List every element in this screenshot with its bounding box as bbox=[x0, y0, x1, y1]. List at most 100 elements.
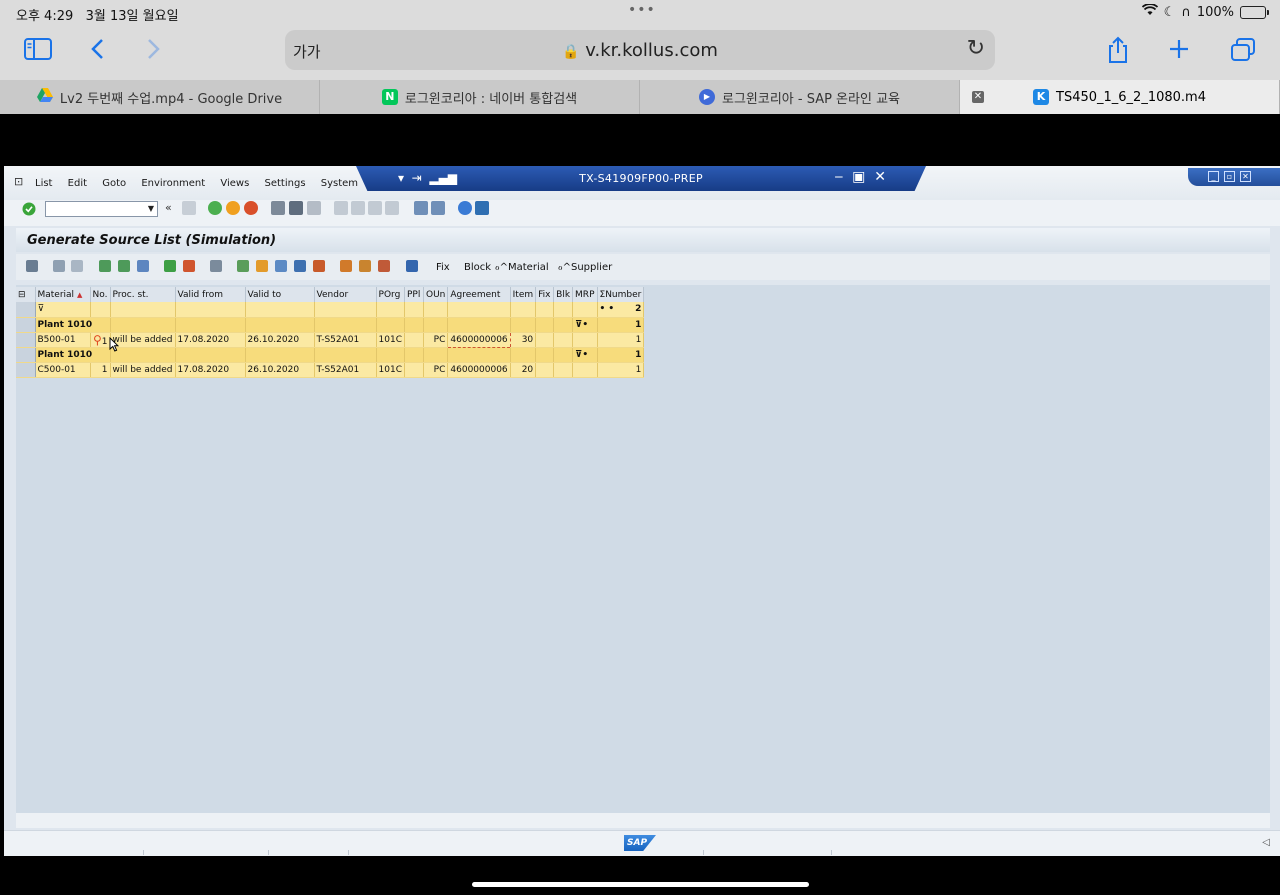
menu-system[interactable]: System bbox=[321, 178, 358, 189]
row-selector[interactable] bbox=[16, 347, 36, 363]
info-icon[interactable] bbox=[406, 260, 418, 272]
col-valid-from[interactable]: Valid from bbox=[175, 287, 246, 302]
grid-icon[interactable] bbox=[340, 260, 352, 272]
mail-icon[interactable] bbox=[256, 260, 268, 272]
cancel-icon[interactable] bbox=[244, 201, 258, 215]
back-nav-icon[interactable] bbox=[208, 201, 222, 215]
minimize-icon[interactable]: _ bbox=[1208, 171, 1219, 182]
col-oun[interactable]: OUn bbox=[423, 287, 449, 302]
find-next-icon[interactable] bbox=[307, 201, 321, 215]
select-all-cell[interactable]: ⊟ bbox=[16, 287, 36, 302]
dropdown-arrow-icon[interactable]: ▼ bbox=[148, 204, 154, 213]
row-selector[interactable] bbox=[16, 332, 36, 348]
cell-fix bbox=[535, 362, 555, 378]
sort-ascending-icon[interactable] bbox=[99, 260, 111, 272]
menu-window-icon[interactable]: ⊡ bbox=[14, 175, 23, 188]
col-fix[interactable]: Fix bbox=[535, 287, 555, 302]
back-icon[interactable] bbox=[90, 38, 104, 64]
subtotal-icon[interactable] bbox=[183, 260, 195, 272]
first-page-icon[interactable] bbox=[334, 201, 348, 215]
tab-google-drive[interactable]: Lv2 두번째 수업.mp4 - Google Drive bbox=[0, 80, 320, 114]
block-button[interactable]: Block bbox=[464, 262, 491, 273]
tab-naver[interactable]: N 로그윈코리아 : 네이버 통합검색 bbox=[320, 80, 640, 114]
new-tab-icon[interactable] bbox=[1168, 38, 1190, 64]
collapse-icon[interactable]: « bbox=[165, 201, 172, 214]
enter-icon[interactable] bbox=[22, 201, 36, 220]
layout-save-icon[interactable] bbox=[313, 260, 325, 272]
col-number[interactable]: ΣNumber bbox=[597, 287, 645, 302]
multitask-dots-icon[interactable]: ••• bbox=[628, 2, 656, 18]
refresh-icon[interactable] bbox=[210, 260, 222, 272]
help-icon[interactable] bbox=[458, 201, 472, 215]
close-tab-icon[interactable]: ✕ bbox=[972, 91, 984, 103]
layout-menu-icon[interactable] bbox=[475, 201, 489, 215]
table-row-total[interactable]: ⊽ • • 2 bbox=[16, 302, 645, 318]
fix-button[interactable]: Fix bbox=[436, 262, 450, 273]
url-text[interactable]: 🔒 v.kr.kollus.com bbox=[285, 40, 995, 61]
col-item[interactable]: Item bbox=[510, 287, 537, 302]
status-expand-icon[interactable]: ◁ bbox=[1262, 837, 1270, 848]
col-ppl[interactable]: PPl bbox=[404, 287, 424, 302]
menu-views[interactable]: Views bbox=[220, 178, 249, 189]
find-icon[interactable] bbox=[289, 201, 303, 215]
title-controls-right[interactable]: ‒ ▣ ✕ bbox=[834, 169, 886, 185]
sap-window: ⊡ List Edit Goto Environment Views Setti… bbox=[4, 166, 1280, 856]
insert-row-icon[interactable] bbox=[359, 260, 371, 272]
material-button[interactable]: ℴ^Material bbox=[495, 262, 549, 273]
table-row-group[interactable]: Plant 1010 ⊽• 1 bbox=[16, 317, 645, 333]
details-icon[interactable] bbox=[26, 260, 38, 272]
menu-edit[interactable]: Edit bbox=[68, 178, 87, 189]
col-material[interactable]: Material ▲ bbox=[35, 287, 91, 302]
deselect-all-icon[interactable] bbox=[71, 260, 83, 272]
command-field[interactable]: ▼ bbox=[45, 201, 158, 217]
cell-agreement[interactable]: 4600000006 bbox=[447, 331, 511, 348]
sidebar-icon[interactable] bbox=[24, 38, 52, 64]
shortcut-icon[interactable] bbox=[431, 201, 445, 215]
tab-sap-lesson[interactable]: ▶ 로그윈코리아 - SAP 온라인 교육 bbox=[640, 80, 960, 114]
previous-page-icon[interactable] bbox=[351, 201, 365, 215]
total-filter-icon: ⊽ bbox=[35, 302, 91, 318]
exit-icon[interactable] bbox=[226, 201, 240, 215]
delete-row-icon[interactable] bbox=[378, 260, 390, 272]
total-icon[interactable] bbox=[164, 260, 176, 272]
col-vendor[interactable]: Vendor bbox=[314, 287, 377, 302]
reload-icon[interactable]: ↻ bbox=[967, 36, 985, 61]
menu-goto[interactable]: Goto bbox=[102, 178, 126, 189]
ipad-status-bar: 오후 4:29 3월 13일 월요일 ••• ☾ ∩ 100% bbox=[0, 0, 1280, 26]
row-selector[interactable] bbox=[16, 362, 36, 378]
next-page-icon[interactable] bbox=[368, 201, 382, 215]
row-selector[interactable] bbox=[16, 302, 36, 318]
tab-video[interactable]: ✕ K TS450_1_6_2_1080.m4 bbox=[960, 80, 1280, 114]
menu-environment[interactable]: Environment bbox=[141, 178, 205, 189]
filter-icon[interactable] bbox=[137, 260, 149, 272]
col-blk[interactable]: Blk bbox=[553, 287, 574, 302]
col-valid-to[interactable]: Valid to bbox=[245, 287, 315, 302]
sort-descending-icon[interactable] bbox=[118, 260, 130, 272]
new-session-icon[interactable] bbox=[414, 201, 428, 215]
last-page-icon[interactable] bbox=[385, 201, 399, 215]
menu-list[interactable]: List bbox=[35, 178, 52, 189]
select-all-icon[interactable] bbox=[53, 260, 65, 272]
export-icon[interactable] bbox=[237, 260, 249, 272]
table-row[interactable]: C500-01 1 will be added 17.08.2020 26.10… bbox=[16, 362, 645, 378]
address-bar[interactable]: 가가 🔒 v.kr.kollus.com ↻ bbox=[285, 30, 995, 70]
close-window-icon[interactable]: ✕ bbox=[1240, 171, 1251, 182]
col-no[interactable]: No. bbox=[90, 287, 111, 302]
row-selector[interactable] bbox=[16, 317, 36, 333]
share-icon[interactable] bbox=[1107, 36, 1129, 68]
graphic-icon[interactable] bbox=[275, 260, 287, 272]
print-icon[interactable] bbox=[271, 201, 285, 215]
layout-change-icon[interactable] bbox=[294, 260, 306, 272]
col-agreement[interactable]: Agreement bbox=[447, 287, 511, 302]
subtotal-filter-icon: ⊽• bbox=[572, 317, 598, 333]
forward-icon[interactable] bbox=[147, 38, 161, 64]
col-proc-status[interactable]: Proc. st. bbox=[110, 287, 176, 302]
col-porg[interactable]: POrg bbox=[376, 287, 406, 302]
menu-settings[interactable]: Settings bbox=[265, 178, 306, 189]
save-icon[interactable] bbox=[182, 201, 196, 215]
tabs-overview-icon[interactable] bbox=[1230, 38, 1256, 66]
restore-icon[interactable]: ▫ bbox=[1224, 171, 1235, 182]
supplier-button[interactable]: ℴ^Supplier bbox=[558, 262, 612, 273]
home-indicator[interactable] bbox=[472, 882, 809, 887]
col-mrp[interactable]: MRP bbox=[572, 287, 598, 302]
